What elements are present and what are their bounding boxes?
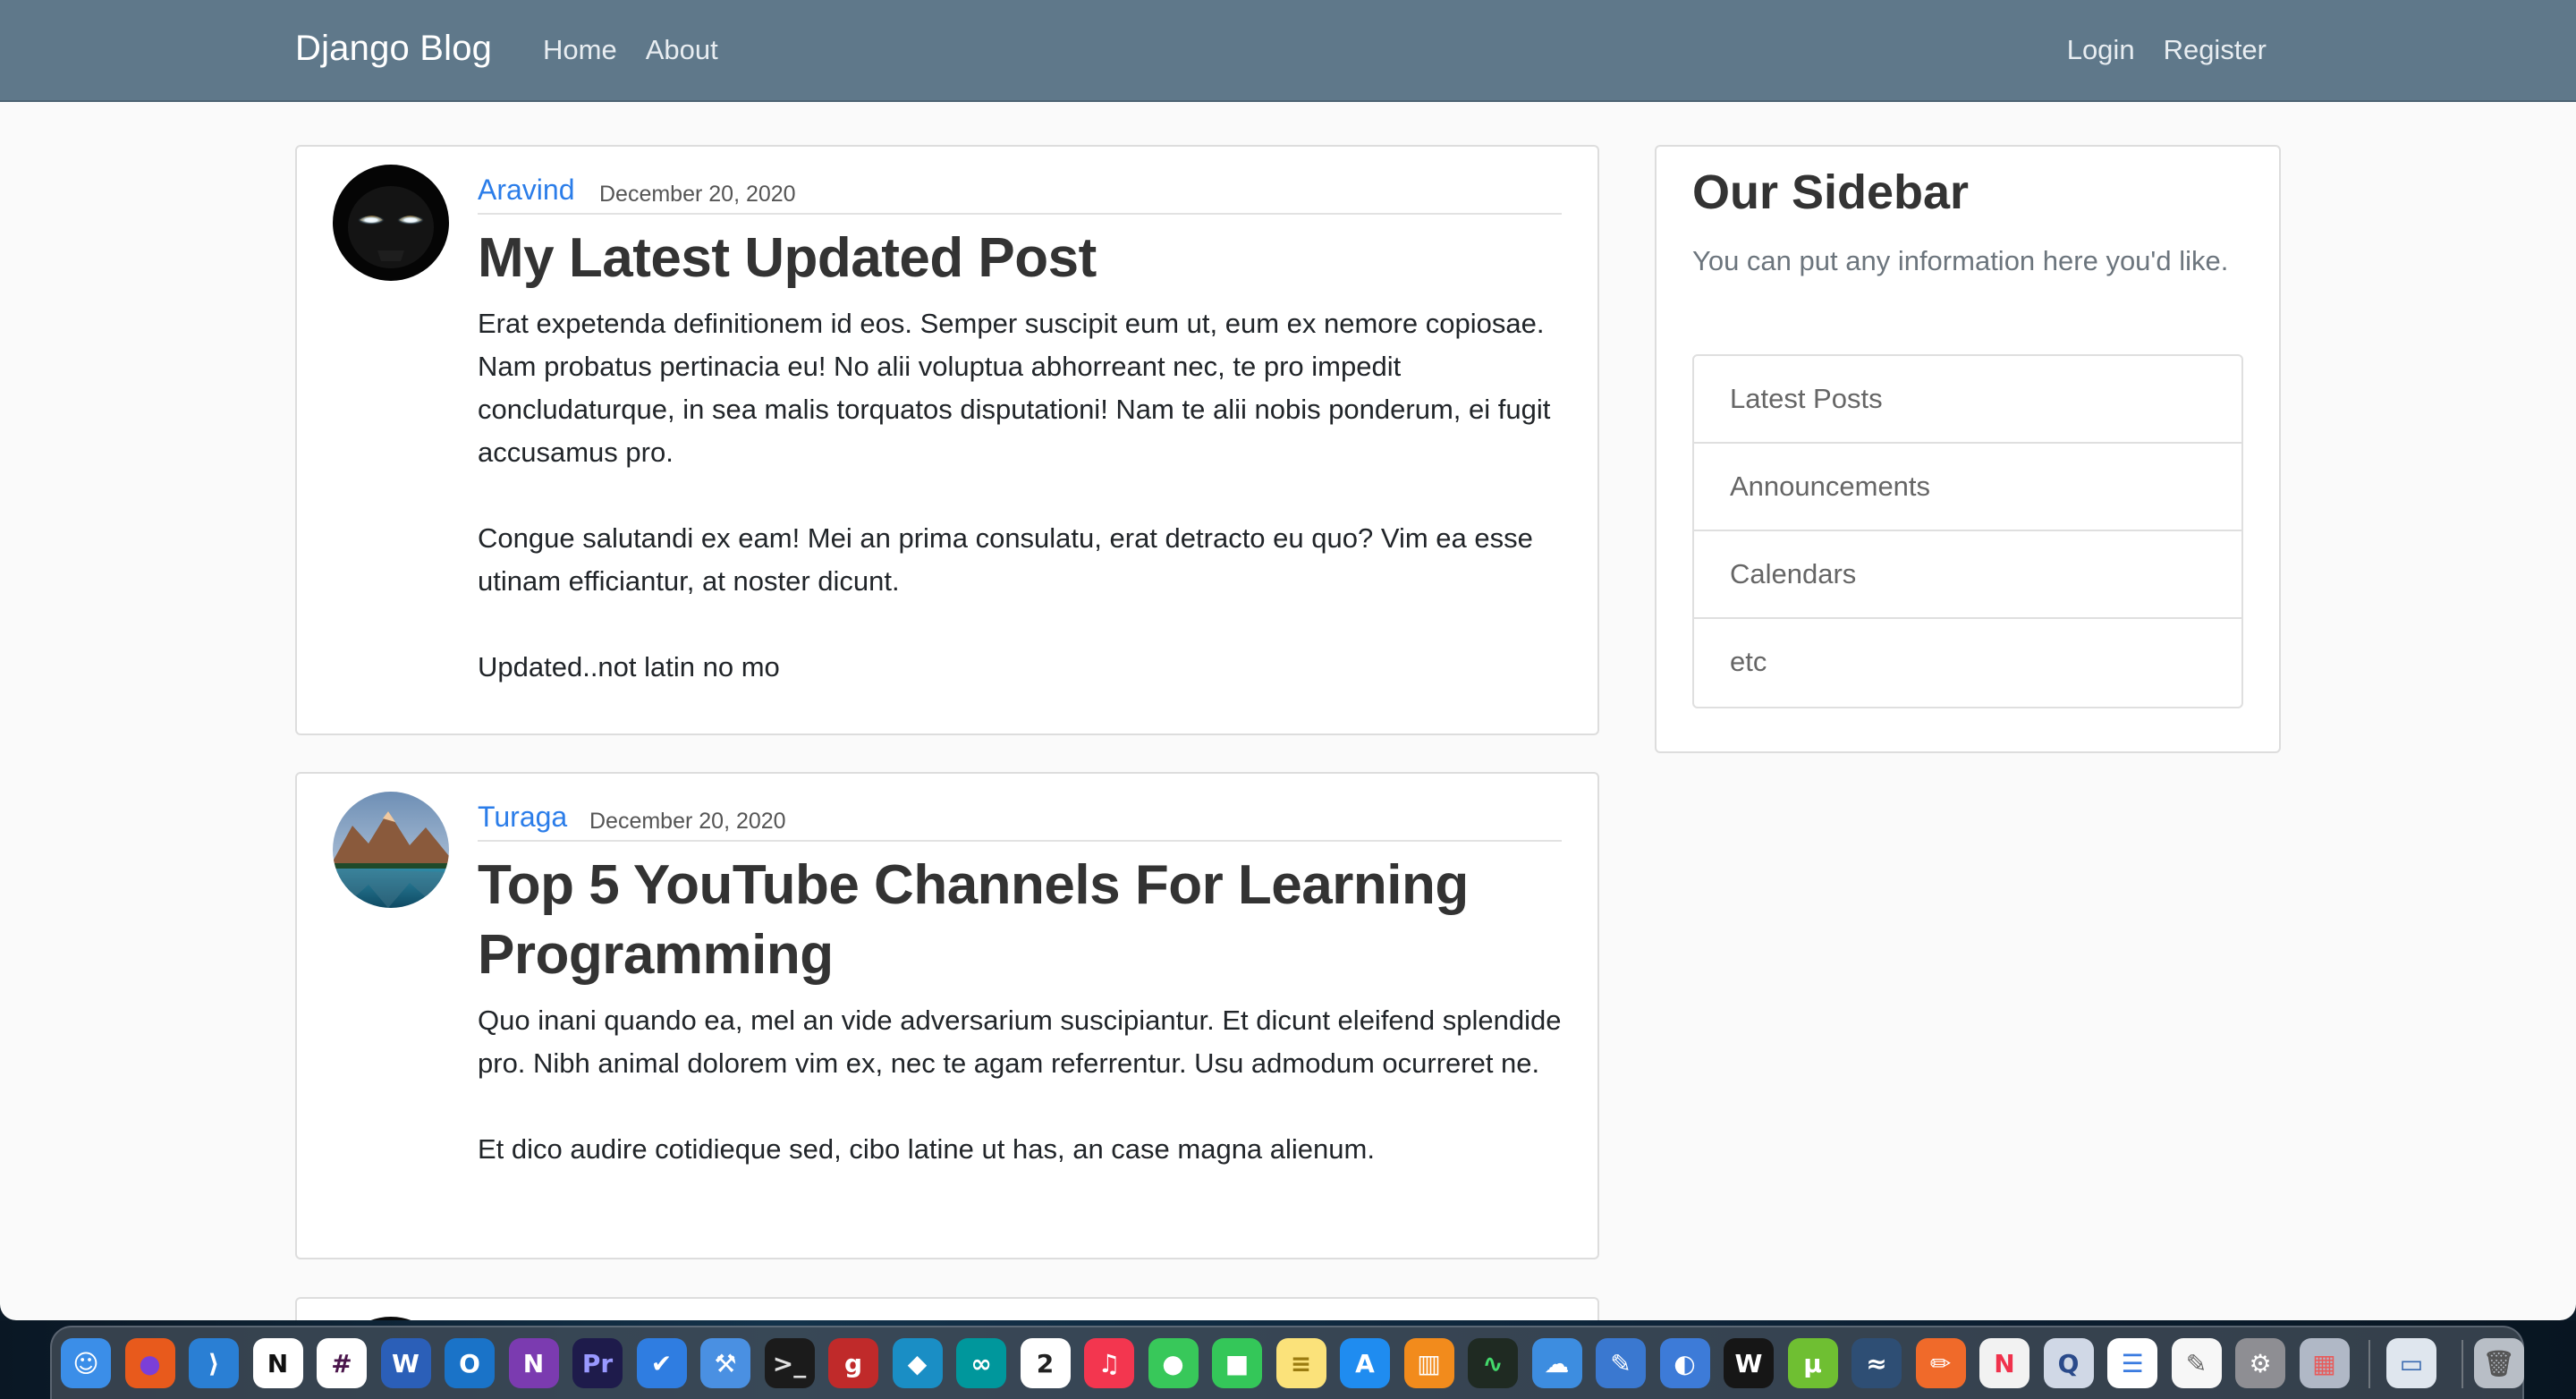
preview-icon[interactable]: ▭ [2386,1338,2436,1388]
firefox-icon[interactable]: ● [124,1338,175,1388]
browser-window: Django Blog Home About Login Register Ar… [0,0,2576,1320]
dock-separator [2461,1340,2463,1388]
appstore-icon[interactable]: A [1340,1338,1390,1388]
sidebar-item-latest-posts[interactable]: Latest Posts [1694,356,2241,444]
arduino-icon[interactable]: ∞ [956,1338,1006,1388]
facetime-icon[interactable]: ■ [1212,1338,1262,1388]
xcode-icon[interactable]: ⚒ [700,1338,750,1388]
nav-about-link[interactable]: About [646,34,718,66]
onenote-icon[interactable]: N [508,1338,559,1388]
post-paragraph: Erat expetenda definitionem id eos. Semp… [478,308,1551,468]
utorrent-icon[interactable]: µ [1787,1338,1838,1388]
post-content: Erat expetenda definitionem id eos. Semp… [478,302,1562,732]
post-title-link[interactable]: Top 5 YouTube Channels For Learning Prog… [478,851,1562,990]
proxyman-icon[interactable]: ◐ [1659,1338,1710,1388]
author-link[interactable]: Aravind [478,174,575,207]
word-icon[interactable]: W [380,1338,431,1388]
instruments-icon[interactable]: ✎ [1596,1338,1646,1388]
author-avatar [333,165,449,281]
sidebar-item-announcements[interactable]: Announcements [1694,444,2241,531]
post-date: December 20, 2020 [589,809,786,834]
post-paragraph: Updated..not latin no mo [478,651,780,683]
kodi-icon[interactable]: ◆ [892,1338,943,1388]
article-metadata: Aravind December 20, 2020 [478,168,1562,215]
music-icon[interactable]: ♫ [1084,1338,1134,1388]
dock-separator [2368,1340,2370,1388]
sidebar-list: Latest Posts Announcements Calendars etc [1692,354,2243,708]
mountain-lake-avatar-icon [333,792,449,908]
messages-icon[interactable]: ● [1148,1338,1199,1388]
git-icon[interactable]: g [828,1338,878,1388]
pencil-app-icon[interactable]: ✏ [1915,1338,1966,1388]
nav-right: Login Register [2067,34,2267,66]
post-date: December 20, 2020 [599,182,796,207]
nav-home-link[interactable]: Home [543,34,617,66]
author-link[interactable]: Turaga [478,801,567,834]
nav-login-link[interactable]: Login [2067,34,2135,66]
nav-left: Home About [543,34,718,66]
reminders-icon[interactable]: ☰ [2107,1338,2157,1388]
textedit-icon[interactable]: ✎ [2171,1338,2222,1388]
news-icon[interactable]: N [1979,1338,2029,1388]
post-paragraph: Congue salutandi ex eam! Mei an prima co… [478,522,1533,597]
sidebar-title: Our Sidebar [1692,165,1970,219]
nav-register-link[interactable]: Register [2164,34,2267,66]
post-paragraph: Et dico audire cotidieque sed, cibo lati… [478,1133,1375,1165]
author-avatar [333,792,449,908]
sidebar-item-calendars[interactable]: Calendars [1694,531,2241,619]
terminal-icon[interactable]: >_ [764,1338,815,1388]
weather-icon[interactable]: ☁ [1531,1338,1582,1388]
dock: ☺ ● ⟩ N # W O N Pr ✔ ⚒ >_ g ◆ ∞ 2 ♫ ● ■ ≡ A ▥ ∿ ☁ ✎ ◐ Wµ ≈ ✏ N Q ☰ ✎ ⚙ ▦ ▭ 🗑 [50,1326,2524,1399]
tasks-icon[interactable]: ✔ [636,1338,687,1388]
mysql-workbench-icon[interactable]: ≈ [1852,1338,1902,1388]
brand-link[interactable]: Django Blog [295,29,492,69]
navbar: Django Blog Home About Login Register [0,0,2576,102]
post-card [295,1297,1599,1320]
slack-icon[interactable]: # [317,1338,367,1388]
trash-icon[interactable]: 🗑 [2473,1338,2524,1388]
vscode-icon[interactable]: ⟩ [189,1338,239,1388]
sidebar: Our Sidebar You can put any information … [1655,145,2281,753]
iron-man-avatar-icon [333,165,449,281]
calendar-icon[interactable]: 2 [1020,1338,1071,1388]
post-card: Aravind December 20, 2020 My Latest Upda… [295,145,1599,735]
launchpad-icon[interactable]: ▦ [2299,1338,2350,1388]
notes-icon[interactable]: ≡ [1275,1338,1326,1388]
post-card: Turaga December 20, 2020 Top 5 YouTube C… [295,772,1599,1259]
quicktime-icon[interactable]: Q [2043,1338,2094,1388]
outlook-icon[interactable]: O [445,1338,495,1388]
sidebar-item-etc[interactable]: etc [1694,619,2241,707]
activity-monitor-icon[interactable]: ∿ [1468,1338,1518,1388]
post-content: Quo inani quando ea, mel an vide adversa… [478,999,1562,1214]
sidebar-text: You can put any information here you'd l… [1692,245,2229,276]
notion-icon[interactable]: N [252,1338,303,1388]
post-paragraph: Quo inani quando ea, mel an vide adversa… [478,1005,1562,1079]
article-metadata: Turaga December 20, 2020 [478,795,1562,842]
books-icon[interactable]: ▥ [1403,1338,1454,1388]
webstorm-icon[interactable]: W [1724,1338,1774,1388]
premiere-icon[interactable]: Pr [572,1338,623,1388]
system-preferences-icon[interactable]: ⚙ [2235,1338,2285,1388]
post-title-link[interactable]: My Latest Updated Post [478,224,1562,293]
finder-icon[interactable]: ☺ [61,1338,111,1388]
